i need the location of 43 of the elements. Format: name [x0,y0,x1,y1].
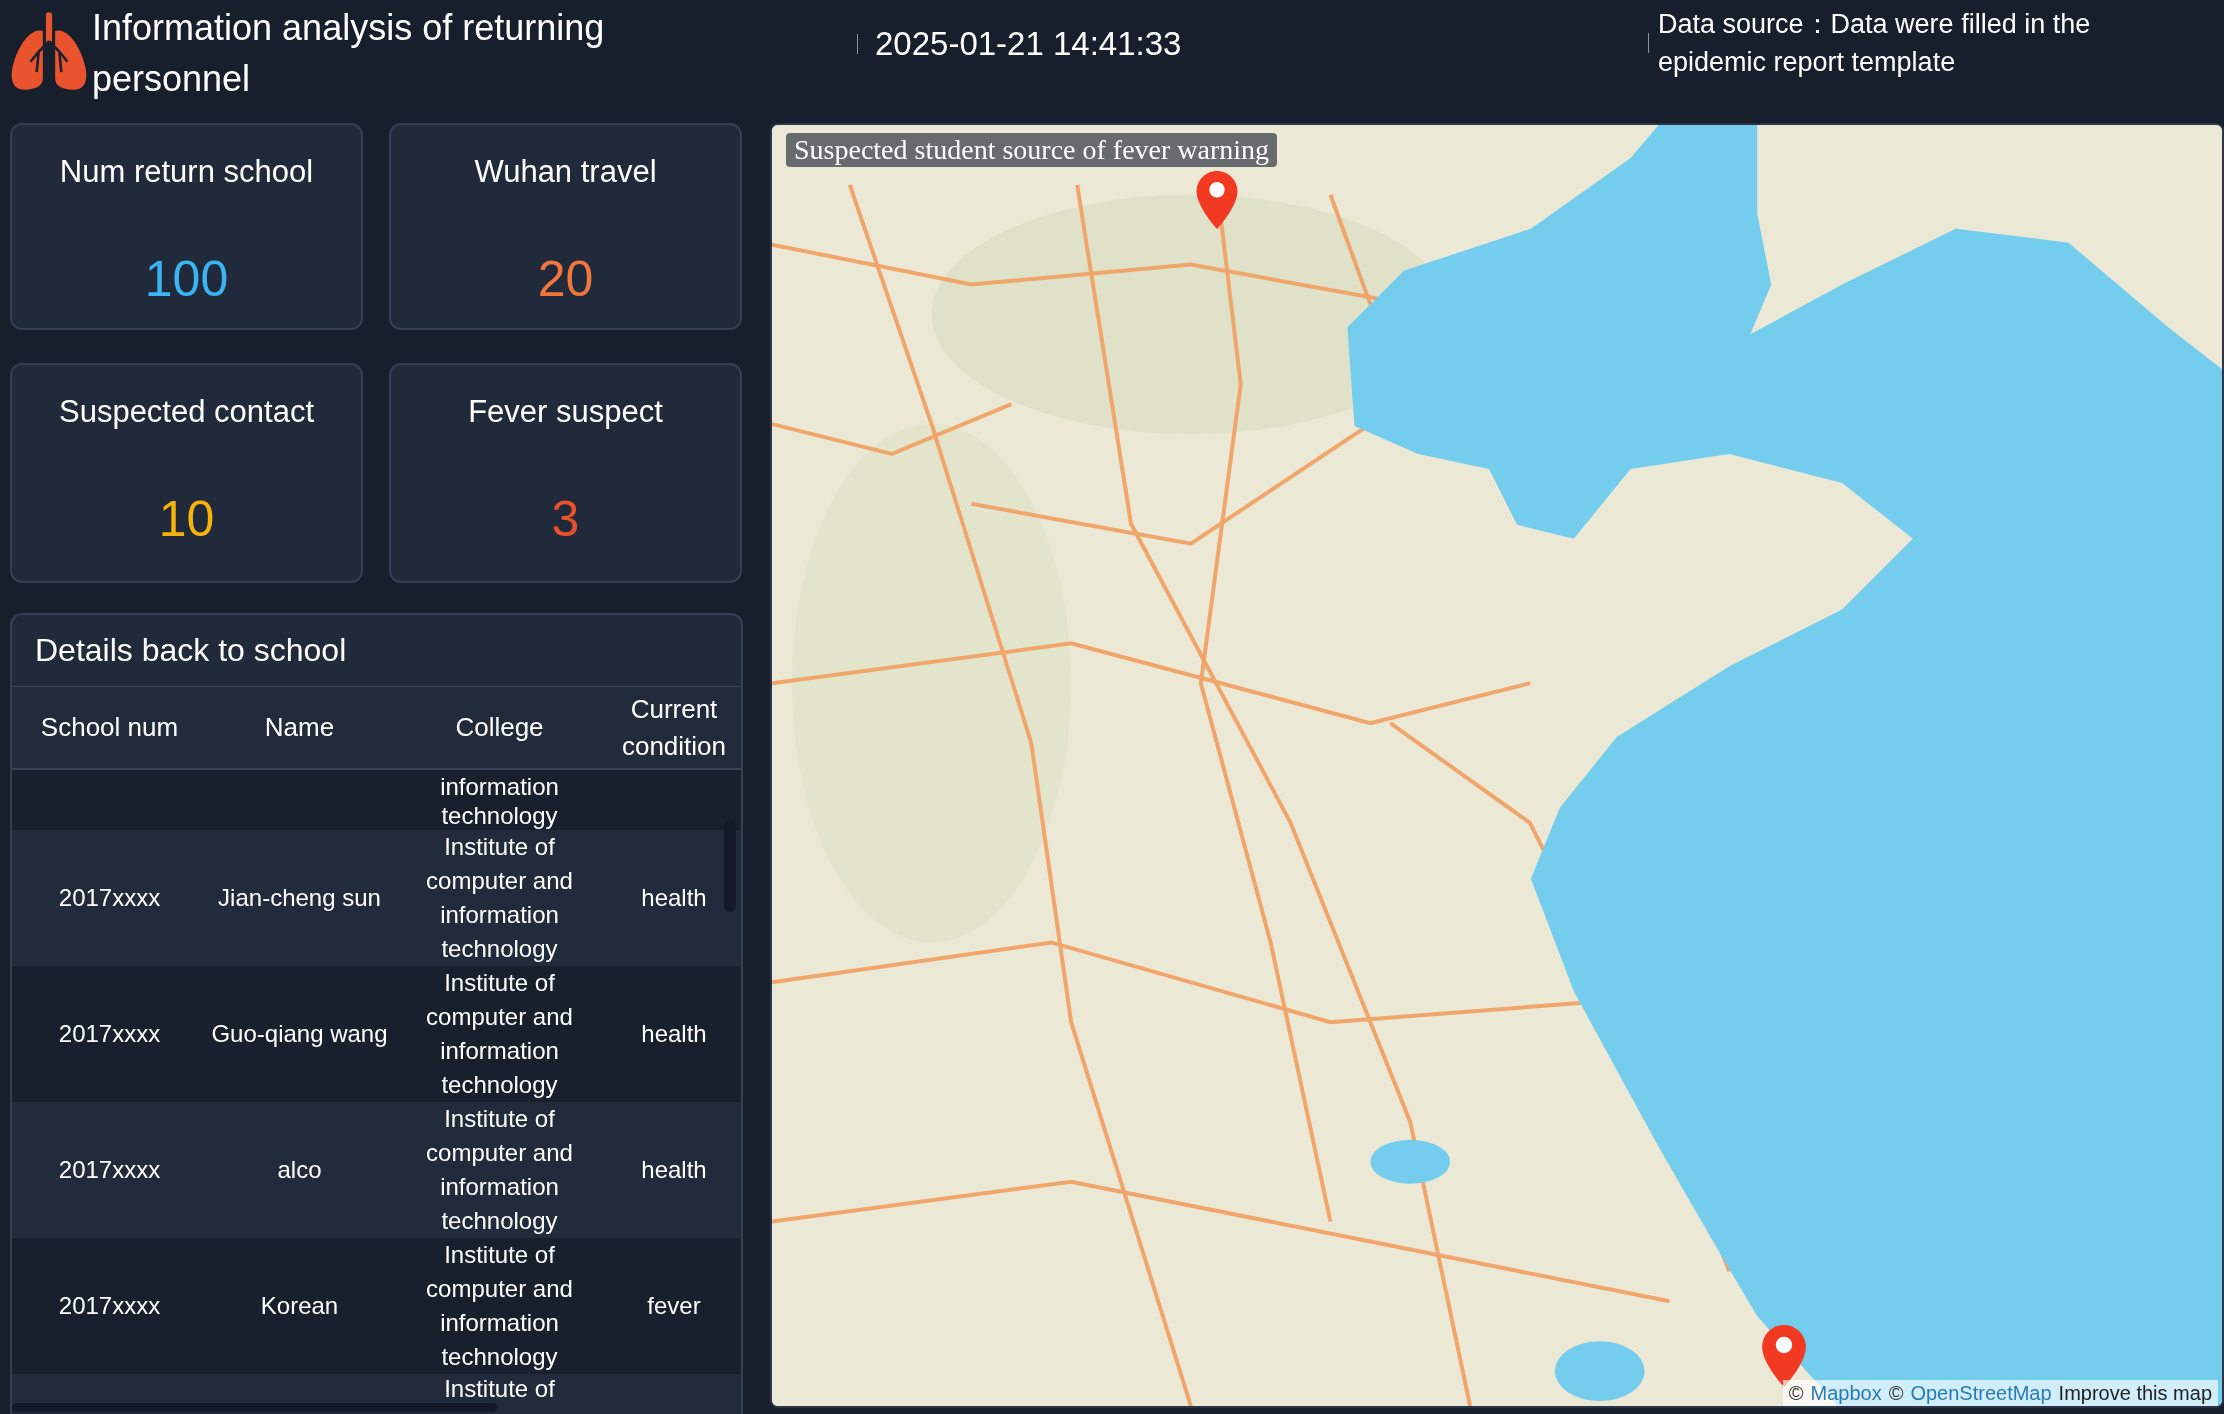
table-cell-text: Guo-qiang wang [211,1019,388,1049]
column-header: Name [263,711,336,744]
table-cell-text: 2017xxxx [58,1155,161,1185]
stat-value: 20 [537,250,594,309]
stat-value: 10 [158,490,215,549]
attribution-link[interactable]: Mapbox [1810,1380,1882,1406]
table-cell-text: health [641,883,707,913]
table-cell-text: information technology [439,772,560,830]
map-pin-icon[interactable] [1762,1325,1806,1387]
map-pin-icon[interactable] [1196,171,1238,229]
stat-value: 3 [551,490,580,549]
lungs-icon [10,12,88,92]
table-cell-text: 2017xxxx [58,1291,161,1321]
stat-value: 100 [144,250,229,309]
table-cell-text: 2017xxxx [58,883,161,913]
table-cell-text: Institute of computer and information technology [425,968,574,1100]
stat-label: Num return school [59,153,314,191]
table-cell-text: Institute of computer and information technology [425,832,574,964]
page-title: Information analysis of returning personnel [92,6,606,101]
copyright-sign: © [1788,1381,1804,1406]
stat-label: Wuhan travel [474,153,657,191]
table-cell-text: Korean [260,1291,339,1321]
table-cell-text: Institute of computer and information technology [425,1240,574,1372]
attribution-link[interactable]: Improve this map [2058,1380,2212,1406]
table-cell: Institute of [444,1374,555,1403]
column-header: College [454,711,545,744]
table-cell-text: Jian-cheng sun [218,883,381,913]
stat-label: Suspected contact [58,393,315,431]
copyright-sign: © [1888,1381,1904,1406]
column-header: Current condition [620,692,728,763]
column-header: School num [39,711,180,744]
attribution-link[interactable]: OpenStreetMap [1910,1380,2052,1406]
scrollbar-thumb[interactable] [12,1403,497,1412]
datetime: 2025-01-21 14:41:33 [875,24,1182,64]
table-cell-text: Institute of computer and information technology [425,1104,574,1236]
data-source-note: Data source：Data were filled in the epidemic report template [1658,8,2092,79]
map-title: Suspected student source of fever warning [786,133,1278,167]
table-cell-text: 2017xxxx [58,1019,161,1049]
table-cell-text: health [641,1019,707,1049]
table-cell-text: alco [277,1155,322,1185]
table-cell-text: fever [647,1291,701,1321]
stat-label: Fever suspect [468,393,663,431]
table-cell-text: health [641,1155,707,1185]
